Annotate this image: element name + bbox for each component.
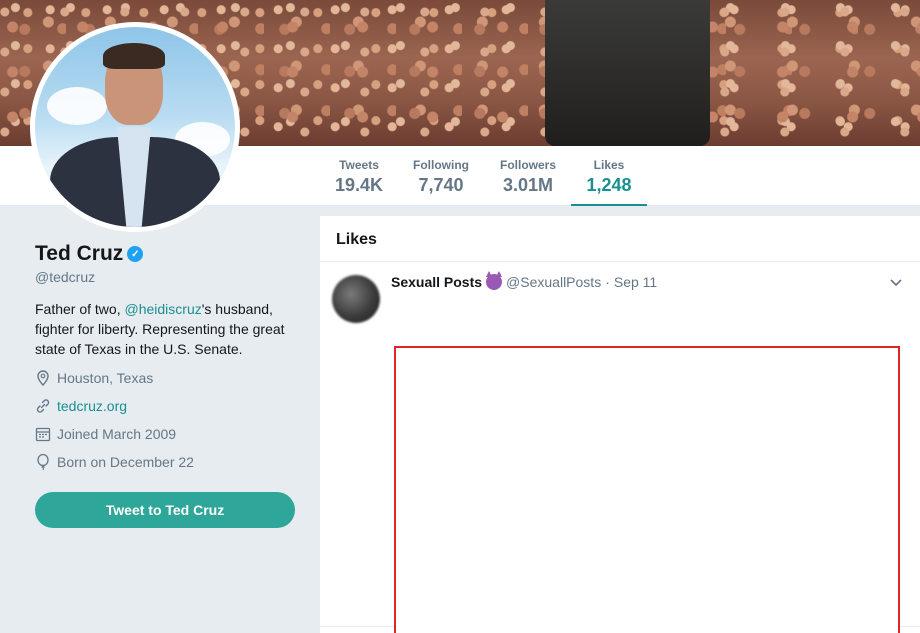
tweet-separator: ·: [605, 274, 610, 290]
tweet-date[interactable]: Sep 11: [614, 274, 657, 290]
profile-avatar[interactable]: [30, 22, 240, 232]
tweet-media-redacted: [394, 346, 900, 633]
bio-text: Father of two,: [35, 301, 125, 317]
chevron-down-icon[interactable]: [890, 276, 902, 290]
calendar-icon: [35, 426, 51, 442]
profile-name[interactable]: Ted Cruz: [35, 242, 123, 266]
timeline-title: Likes: [320, 216, 920, 262]
location-text: Houston, Texas: [57, 370, 154, 386]
profile-handle[interactable]: @tedcruz: [35, 269, 305, 285]
nav-likes[interactable]: Likes 1,248: [571, 146, 647, 206]
birthday-text: Born on December 22: [57, 454, 194, 470]
nav-count: 19.4K: [334, 175, 384, 195]
profile-website: tedcruz.org: [35, 397, 305, 415]
nav-tweets[interactable]: Tweets 19.4K: [332, 146, 386, 206]
verified-badge-icon: ✓: [127, 246, 144, 262]
likes-timeline: Likes Sexuall Posts @SexuallPosts · Sep …: [320, 216, 920, 633]
joined-text: Joined March 2009: [57, 426, 177, 442]
nav-label: Likes: [593, 158, 625, 172]
tweet-author-handle[interactable]: @SexuallPosts: [506, 274, 601, 290]
location-pin-icon: [35, 370, 51, 386]
nav-label: Following: [413, 158, 469, 172]
nav-label: Tweets: [339, 158, 379, 172]
profile-birthday: Born on December 22: [35, 453, 305, 471]
bio-mention-link[interactable]: @heidiscruz: [124, 301, 201, 317]
header-photo-speaker: [545, 0, 710, 146]
nav-following[interactable]: Following 7,740: [410, 146, 472, 206]
profile-location: Houston, Texas: [35, 369, 305, 387]
profile-card: Ted Cruz ✓ @tedcruz Father of two, @heid…: [35, 242, 305, 471]
link-icon: [35, 398, 51, 414]
tweet-header: Sexuall Posts @SexuallPosts · Sep 11: [391, 271, 657, 290]
smiling-devil-icon: [486, 271, 503, 290]
nav-count: 3.01M: [502, 175, 554, 195]
website-link[interactable]: tedcruz.org: [57, 398, 127, 414]
nav-followers[interactable]: Followers 3.01M: [497, 146, 559, 206]
nav-count: 7,740: [418, 175, 464, 195]
balloon-icon: [35, 454, 51, 470]
profile-bio: Father of two, @heidiscruz's husband, fi…: [35, 299, 300, 359]
nav-label: Followers: [499, 158, 556, 172]
nav-count: 1,248: [586, 175, 632, 195]
tweet-to-button[interactable]: Tweet to Ted Cruz: [35, 492, 295, 528]
profile-joined: Joined March 2009: [35, 425, 305, 443]
tweet-author-avatar[interactable]: [332, 275, 380, 323]
tweet-item[interactable]: Sexuall Posts @SexuallPosts · Sep 11 503…: [320, 262, 920, 633]
tweet-author-name[interactable]: Sexuall Posts: [391, 274, 482, 290]
